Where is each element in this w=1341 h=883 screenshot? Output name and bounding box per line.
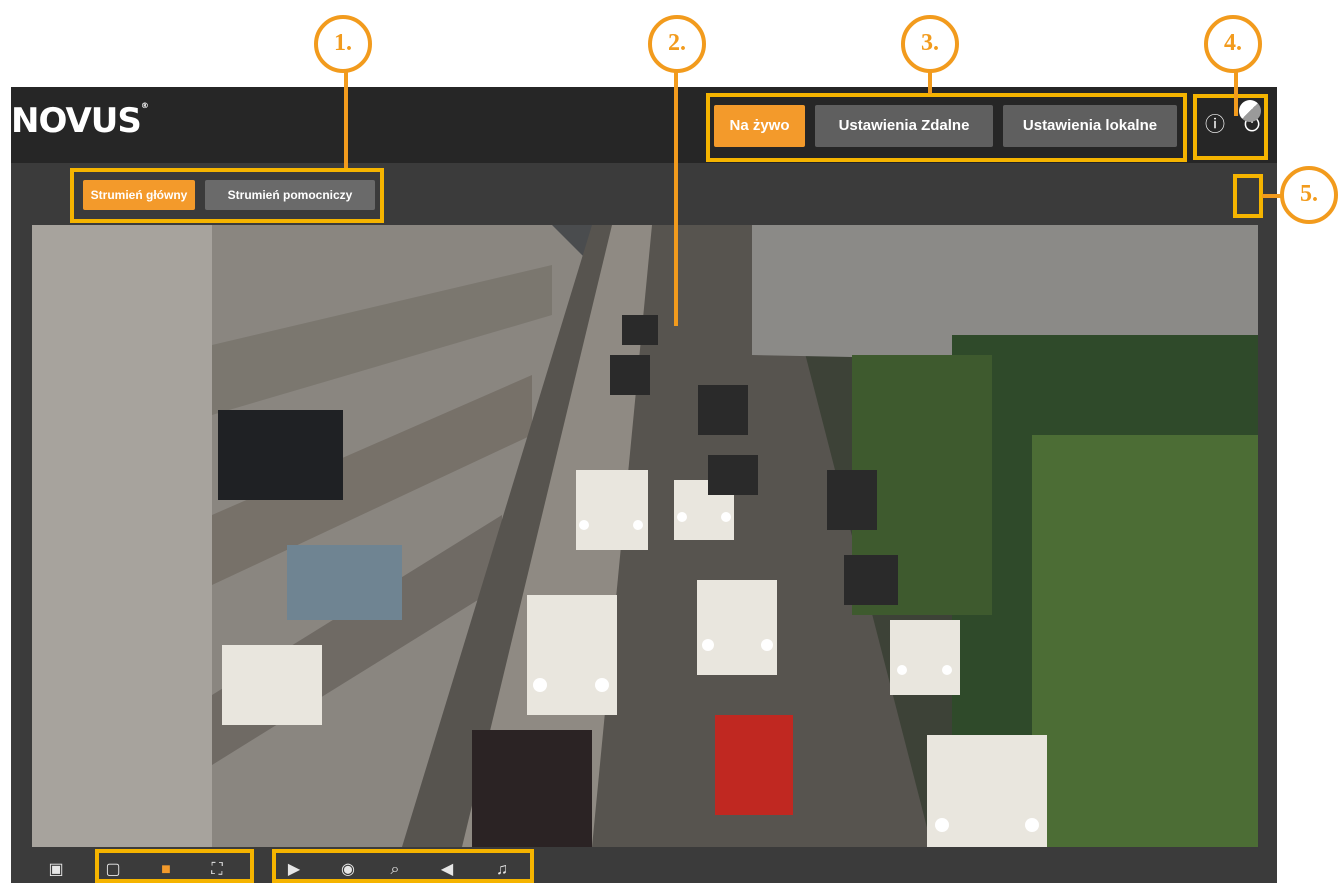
callout-1: 1.	[314, 15, 372, 73]
novus-logo: NOVUS®	[11, 101, 149, 141]
highlight-view-buttons	[95, 849, 254, 883]
callout-4: 4.	[1204, 15, 1262, 73]
callout-5: 5.	[1280, 166, 1338, 224]
view-single-icon[interactable]: ▣	[46, 861, 66, 879]
callout-2: 2.	[648, 15, 706, 73]
live-video	[32, 225, 1258, 847]
highlight-action-buttons	[272, 849, 534, 883]
highlight-main-nav	[706, 93, 1187, 162]
callout-line-3	[928, 70, 932, 94]
callout-3: 3.	[901, 15, 959, 73]
highlight-streams	[70, 168, 384, 223]
callout-line-1	[344, 70, 348, 168]
callout-line-2	[674, 70, 678, 326]
highlight-top-icons	[1193, 94, 1268, 160]
callout-line-5	[1262, 194, 1282, 198]
highlight-white-balance	[1233, 174, 1263, 218]
callout-line-4	[1234, 70, 1238, 116]
